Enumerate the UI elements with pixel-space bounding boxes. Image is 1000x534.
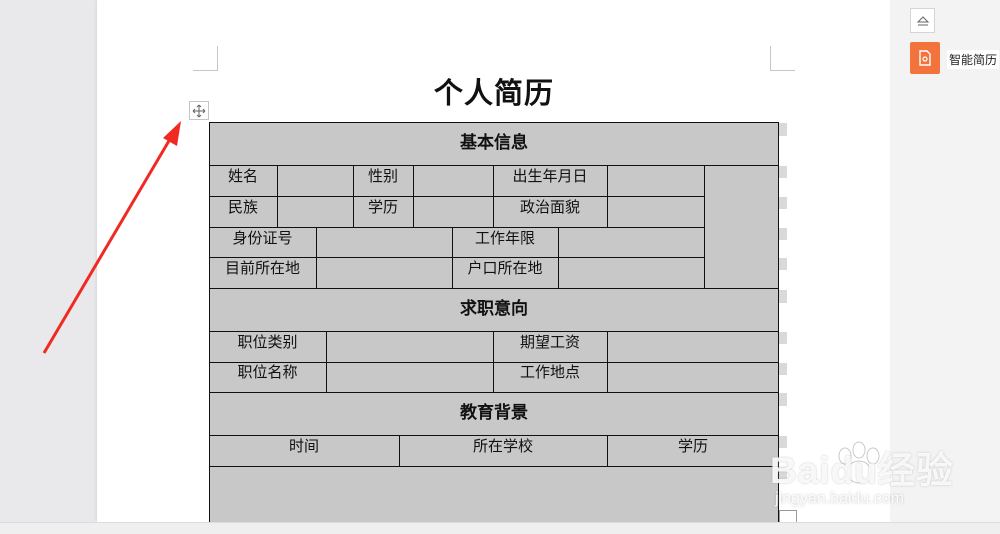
smart-resume-button[interactable]	[910, 42, 940, 74]
status-bar	[0, 522, 1000, 534]
smart-resume-icon	[919, 50, 931, 66]
collapse-icon	[916, 15, 929, 25]
watermark-url: jingyan.baidu.com	[775, 490, 904, 507]
watermark-brand: Baidu经验	[770, 450, 954, 491]
smart-resume-label[interactable]: 智能简历	[947, 50, 1000, 69]
collapse-panel-button[interactable]	[910, 8, 935, 33]
